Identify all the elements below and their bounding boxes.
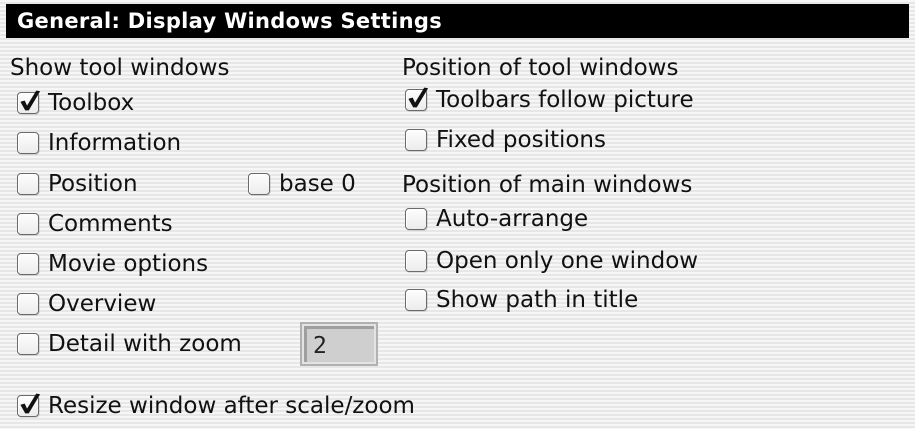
checkbox-overview[interactable]: Overview bbox=[17, 288, 156, 320]
checkbox-label: Auto-arrange bbox=[436, 206, 589, 232]
checkbox-information[interactable]: Information bbox=[17, 127, 181, 159]
checkbox-box[interactable] bbox=[405, 289, 427, 311]
checkbox-label: Overview bbox=[48, 291, 157, 317]
checkbox-label: Comments bbox=[48, 211, 173, 237]
checkbox-box[interactable] bbox=[405, 208, 427, 230]
checkbox-box[interactable] bbox=[17, 173, 39, 195]
checkbox-box[interactable] bbox=[248, 173, 270, 195]
checkbox-show-path-in-title[interactable]: Show path in title bbox=[405, 284, 638, 316]
checkmark-icon bbox=[20, 90, 40, 111]
position-of-main-windows-label: Position of main windows bbox=[402, 172, 693, 198]
checkbox-label: Fixed positions bbox=[436, 127, 606, 153]
checkmark-icon bbox=[408, 87, 428, 108]
checkbox-open-only-one-window[interactable]: Open only one window bbox=[405, 245, 698, 277]
checkbox-label: Show path in title bbox=[436, 287, 639, 313]
checkbox-box[interactable] bbox=[17, 393, 40, 417]
checkbox-position[interactable]: Position bbox=[17, 168, 138, 200]
checkbox-detail-with-zoom[interactable]: Detail with zoom bbox=[17, 328, 242, 360]
checkbox-label: Toolbars follow picture bbox=[436, 87, 694, 113]
checkbox-label: base 0 bbox=[279, 171, 356, 197]
checkbox-toolbars-follow-picture[interactable]: Toolbars follow picture bbox=[405, 84, 694, 116]
checkbox-box[interactable] bbox=[405, 129, 427, 151]
checkbox-resize-window[interactable]: Resize window after scale/zoom bbox=[17, 390, 415, 422]
settings-panel: General: Display Windows Settings Show t… bbox=[0, 0, 915, 429]
checkbox-auto-arrange[interactable]: Auto-arrange bbox=[405, 203, 588, 235]
title-bar: General: Display Windows Settings bbox=[6, 4, 909, 38]
position-of-tool-windows-label: Position of tool windows bbox=[402, 55, 679, 81]
checkbox-label: Resize window after scale/zoom bbox=[48, 393, 415, 419]
checkbox-label: Information bbox=[48, 130, 182, 156]
checkbox-toolbox[interactable]: Toolbox bbox=[17, 87, 134, 119]
checkbox-box[interactable] bbox=[17, 213, 39, 235]
checkmark-icon bbox=[20, 393, 40, 414]
checkbox-box[interactable] bbox=[17, 90, 40, 114]
panel-title: General: Display Windows Settings bbox=[17, 9, 442, 33]
checkbox-movie-options[interactable]: Movie options bbox=[17, 248, 208, 280]
checkbox-label: Open only one window bbox=[436, 248, 699, 274]
checkbox-box[interactable] bbox=[405, 87, 428, 111]
checkbox-box[interactable] bbox=[17, 333, 39, 355]
checkbox-box[interactable] bbox=[17, 132, 39, 154]
checkbox-base-0[interactable]: base 0 bbox=[248, 168, 356, 200]
checkbox-label: Toolbox bbox=[48, 90, 135, 116]
checkbox-box[interactable] bbox=[17, 253, 39, 275]
show-tool-windows-label: Show tool windows bbox=[10, 55, 230, 81]
checkbox-label: Movie options bbox=[48, 251, 209, 277]
checkbox-comments[interactable]: Comments bbox=[17, 208, 173, 240]
checkbox-fixed-positions[interactable]: Fixed positions bbox=[405, 124, 606, 156]
checkbox-label: Position bbox=[48, 171, 138, 197]
checkbox-box[interactable] bbox=[17, 293, 39, 315]
zoom-value-field[interactable] bbox=[300, 322, 378, 366]
checkbox-box[interactable] bbox=[405, 250, 427, 272]
checkbox-label: Detail with zoom bbox=[48, 331, 242, 357]
